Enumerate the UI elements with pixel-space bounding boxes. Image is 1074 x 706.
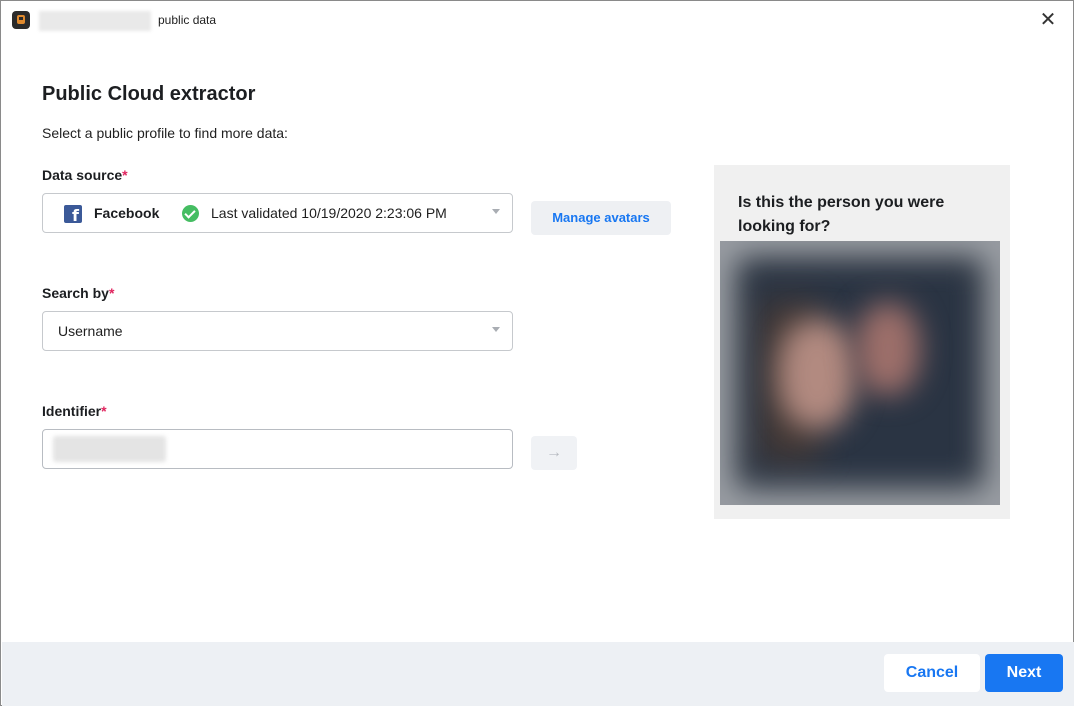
dialog-window: public data ✕ Public Cloud extractor Sel… bbox=[0, 0, 1074, 706]
identifier-input[interactable] bbox=[42, 429, 513, 469]
check-circle-icon bbox=[182, 205, 199, 222]
search-by-label: Search by* bbox=[42, 285, 114, 301]
required-mark: * bbox=[101, 403, 107, 419]
app-icon bbox=[12, 11, 30, 29]
chevron-down-icon bbox=[492, 209, 500, 214]
redacted-identifier-value bbox=[53, 436, 166, 462]
window-title: public data bbox=[158, 13, 217, 27]
redacted-title bbox=[39, 11, 151, 31]
close-icon[interactable]: ✕ bbox=[1037, 9, 1059, 31]
data-source-select[interactable]: f Facebook Last validated 10/19/2020 2:2… bbox=[42, 193, 513, 233]
title-bar: public data ✕ bbox=[1, 1, 1073, 41]
facebook-icon: f bbox=[64, 205, 82, 225]
preview-question: Is this the person you were looking for? bbox=[738, 194, 945, 235]
required-mark: * bbox=[122, 167, 128, 183]
identifier-label-text: Identifier bbox=[42, 403, 102, 419]
required-mark: * bbox=[108, 285, 115, 301]
search-by-label-text: Search by bbox=[42, 285, 109, 301]
facebook-icon-glyph: f bbox=[72, 206, 79, 225]
next-button[interactable]: Next bbox=[985, 654, 1063, 692]
validation-status: Last validated 10/19/2020 2:23:06 PM bbox=[211, 205, 447, 221]
search-by-value: Username bbox=[58, 323, 123, 339]
chevron-down-icon bbox=[492, 327, 500, 332]
profile-preview-panel: Is this the person you were looking for? bbox=[714, 165, 1010, 519]
manage-avatars-button[interactable]: Manage avatars bbox=[531, 201, 671, 235]
identifier-label: Identifier* bbox=[42, 403, 107, 419]
profile-photo bbox=[720, 241, 1000, 505]
data-source-label-text: Data source bbox=[42, 167, 123, 183]
page-subtitle: Select a public profile to find more dat… bbox=[42, 125, 288, 141]
submit-arrow-button[interactable]: → bbox=[531, 436, 577, 470]
data-source-label: Data source* bbox=[42, 167, 128, 183]
search-by-select[interactable]: Username bbox=[42, 311, 513, 351]
page-title: Public Cloud extractor bbox=[42, 83, 256, 105]
data-source-network: Facebook bbox=[94, 205, 160, 221]
cancel-button[interactable]: Cancel bbox=[884, 654, 980, 692]
